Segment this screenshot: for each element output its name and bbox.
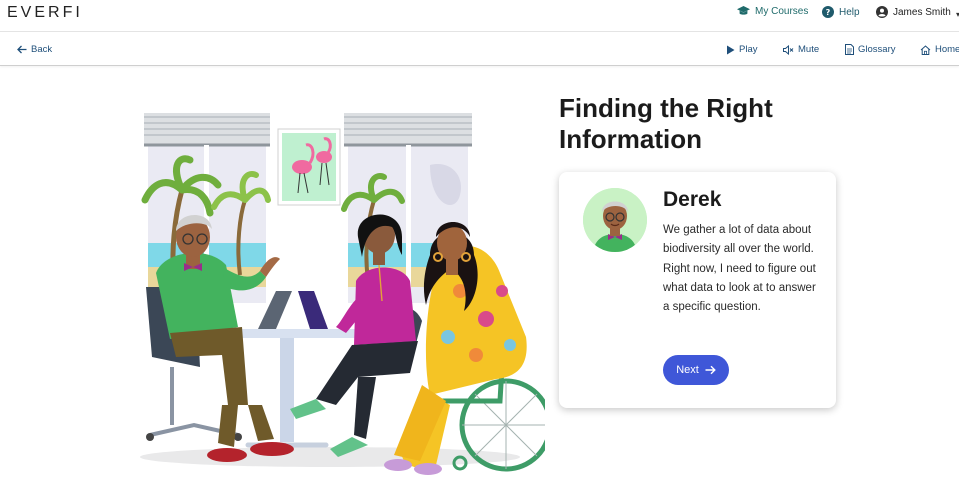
play-button[interactable]: Play: [726, 44, 757, 55]
svg-text:?: ?: [826, 8, 831, 17]
home-button[interactable]: Home: [920, 44, 959, 55]
home-icon: [920, 44, 931, 55]
everfi-logo[interactable]: EVERFI: [7, 4, 83, 22]
my-courses-link[interactable]: My Courses: [737, 6, 808, 17]
play-icon: [727, 45, 735, 54]
mute-button[interactable]: Mute: [783, 44, 819, 55]
user-avatar-icon: [876, 6, 888, 18]
glossary-label: Glossary: [858, 44, 896, 55]
back-button[interactable]: Back: [17, 44, 52, 55]
help-label: Help: [839, 6, 860, 18]
mute-label: Mute: [798, 44, 820, 55]
derek-portrait-icon: [583, 188, 647, 252]
page-title: Finding the Right Information: [559, 93, 773, 154]
graduation-cap-icon: [737, 6, 750, 15]
derek-avatar: [583, 188, 647, 252]
arrow-right-icon: [705, 365, 716, 375]
sub-navigation: Back Play Mute Glossary Home: [0, 32, 959, 66]
glossary-button[interactable]: Glossary: [845, 44, 895, 55]
home-label: Home: [935, 44, 959, 55]
help-link[interactable]: ? Help: [822, 6, 860, 18]
document-icon: [845, 44, 854, 55]
flamingo-poster: [277, 128, 341, 206]
my-courses-label: My Courses: [755, 6, 809, 17]
help-circle-icon: ?: [822, 6, 834, 18]
next-button[interactable]: Next: [663, 355, 729, 385]
speaker-name: Derek: [663, 188, 722, 211]
arrow-left-icon: [17, 45, 27, 54]
user-menu[interactable]: James Smith: [876, 6, 951, 18]
dialogue-card: Derek We gather a lot of data about biod…: [559, 172, 836, 408]
laptop-middle: [298, 291, 328, 329]
dialog-text: We gather a lot of data about biodiversi…: [663, 224, 816, 314]
next-label: Next: [676, 364, 699, 376]
top-header: EVERFI My Courses ? Help James Smith ▾: [0, 0, 959, 32]
office-meeting-illustration: [140, 113, 545, 475]
play-label: Play: [739, 44, 758, 55]
user-name: James Smith: [893, 6, 951, 18]
speaker-mute-icon: [783, 44, 794, 55]
back-label: Back: [31, 44, 53, 55]
